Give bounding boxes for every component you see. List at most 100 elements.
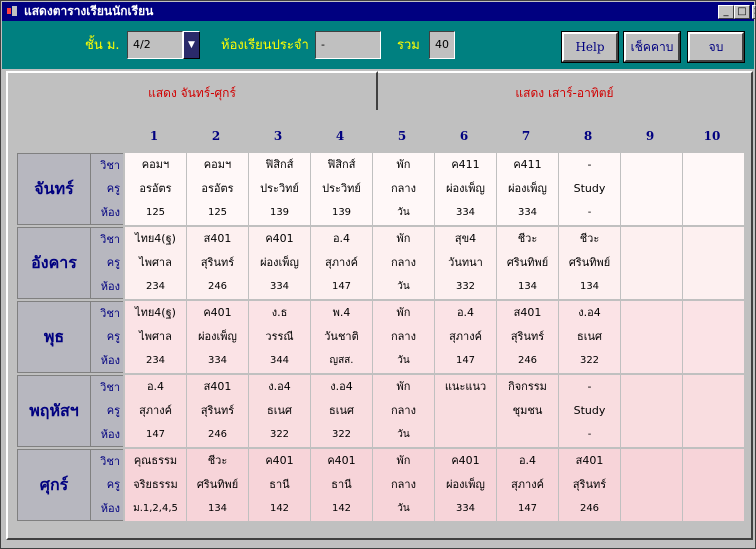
schedule-cell[interactable]: ไทย4(ฐ) ไพศาล 234 [125, 227, 186, 299]
schedule-cell[interactable]: ชีวะ ศรินทิพย์ 134 [497, 227, 558, 299]
schedule-cell[interactable]: อ.4 สุภางค์ 147 [125, 375, 186, 447]
schedule-cell[interactable]: - Study - [559, 375, 620, 447]
schedule-cell[interactable]: พ.4 วันชาติ ญสส. [311, 301, 372, 373]
schedule-cell[interactable]: ค401 ธานี 142 [249, 449, 310, 521]
cell-teacher: กลาง [391, 182, 416, 195]
cell-teacher: สุภางค์ [449, 330, 482, 343]
cell-teacher: ธเนศ [329, 404, 354, 417]
chevron-down-icon[interactable]: ▼ [183, 31, 200, 59]
schedule-cell[interactable]: ค401 ผ่องเพ็ญ 334 [249, 227, 310, 299]
cell-teacher [621, 399, 682, 423]
schedule-cell[interactable] [683, 153, 744, 225]
schedule-cell[interactable]: ค401 ผ่องเพ็ญ 334 [435, 449, 496, 521]
cell-room: 125 [145, 207, 166, 218]
schedule-cell[interactable] [683, 375, 744, 447]
schedule-cell[interactable]: คุณธรรม จริยธรรม ม.1,2,4,5 [125, 449, 186, 521]
schedule-cell[interactable]: ง.อ4 ธเนศ 322 [249, 375, 310, 447]
schedule-cell[interactable]: ชีวะ ศรินทิพย์ 134 [187, 449, 248, 521]
help-button[interactable]: Help [561, 31, 619, 63]
schedule-cell[interactable] [621, 449, 682, 521]
cell-room: 134 [579, 281, 600, 292]
schedule-cell[interactable] [683, 301, 744, 373]
cell-room [435, 423, 496, 447]
schedule-cell[interactable]: ฟิสิกส์ ประวิทย์ 139 [249, 153, 310, 225]
cell-room: วัน [397, 503, 410, 514]
schedule-cell[interactable]: ส401 สุรินทร์ 246 [497, 301, 558, 373]
day-name: ศุกร์ [17, 449, 91, 521]
schedule-cell[interactable] [621, 301, 682, 373]
schedule-cell[interactable]: ค401 ธานี 142 [311, 449, 372, 521]
cell-room: 322 [579, 355, 600, 366]
schedule-cell[interactable]: ค411 ผ่องเพ็ญ 334 [435, 153, 496, 225]
cell-teacher: วันชาติ [324, 330, 359, 343]
schedule-cell[interactable]: ชีวะ ศรินทิพย์ 134 [559, 227, 620, 299]
cell-teacher: สุรินทร์ [200, 404, 235, 417]
exit-button[interactable]: จบ [687, 31, 745, 63]
schedule-cell[interactable] [621, 375, 682, 447]
cell-room: วัน [397, 281, 410, 292]
schedule-cell[interactable]: ไทย4(ฐ) ไพศาล 234 [125, 301, 186, 373]
cell-room: 134 [517, 281, 538, 292]
schedule-cell[interactable] [621, 153, 682, 225]
cell-teacher [683, 251, 744, 275]
cell-room: วัน [397, 207, 410, 218]
window-title: แสดงตารางเรียนนักเรียน [24, 4, 154, 18]
schedule-cell[interactable]: คอมฯ อรอัตร 125 [187, 153, 248, 225]
cell-teacher [621, 473, 682, 497]
cell-room [683, 497, 744, 521]
schedule-cell[interactable]: พัก กลาง วัน [373, 375, 434, 447]
cell-subject: ส401 [203, 380, 232, 393]
schedule-cell[interactable]: ง.ธ วรรณี 344 [249, 301, 310, 373]
schedule-cell[interactable]: ส401 สุรินทร์ 246 [559, 449, 620, 521]
tab-weekdays[interactable]: แสดง จันทร์-ศุกร์ [6, 71, 378, 111]
cell-room: 322 [331, 429, 352, 440]
cell-subject: ค401 [265, 454, 294, 467]
row-sublabels: วิชา ครู ห้อง [91, 375, 123, 447]
schedule-cell[interactable]: คอมฯ อรอัตร 125 [125, 153, 186, 225]
schedule-cell[interactable]: ค401 ผ่องเพ็ญ 334 [187, 301, 248, 373]
schedule-cell[interactable]: - Study - [559, 153, 620, 225]
schedule-cell[interactable]: สุข4 วันทนา 332 [435, 227, 496, 299]
check-period-button[interactable]: เช็คคาบ [623, 31, 681, 63]
schedule-cell[interactable]: ง.อ4 ธเนศ 322 [311, 375, 372, 447]
cell-room: 234 [145, 281, 166, 292]
cell-subject [683, 449, 744, 473]
schedule-cell[interactable]: อ.4 สุภางค์ 147 [311, 227, 372, 299]
schedule-cell[interactable]: พัก กลาง วัน [373, 227, 434, 299]
day-row: จันทร์ วิชา ครู ห้อง คอมฯ อรอัตร 125 คอมฯ อรอัตร… [17, 153, 744, 227]
total-field: 40 [429, 31, 455, 59]
day-row: พุธ วิชา ครู ห้อง ไทย4(ฐ) ไพศาล 234 ค401 ผ่องเพ็… [17, 301, 744, 375]
maximize-button[interactable]: □ [734, 5, 750, 19]
cell-room: 147 [517, 503, 538, 514]
schedule-cell[interactable]: พัก กลาง วัน [373, 449, 434, 521]
schedule-cell[interactable]: แนะแนว [435, 375, 496, 447]
schedule-cell[interactable]: ง.อ4 ธเนศ 322 [559, 301, 620, 373]
grade-select[interactable]: 4/2 [127, 31, 183, 59]
schedule-cell[interactable]: พัก กลาง วัน [373, 301, 434, 373]
schedule-grid: จันทร์ วิชา ครู ห้อง คอมฯ อรอัตร 125 คอมฯ อรอัตร… [17, 153, 744, 525]
cell-subject: อ.4 [146, 380, 165, 393]
schedule-cell[interactable]: ส401 สุรินทร์ 246 [187, 227, 248, 299]
minimize-button[interactable]: _ [718, 5, 734, 19]
schedule-cell[interactable] [683, 227, 744, 299]
day-name: อังคาร [17, 227, 91, 299]
schedule-cell[interactable]: พัก กลาง วัน [373, 153, 434, 225]
schedule-cell[interactable] [621, 227, 682, 299]
schedule-cell[interactable]: ค411 ผ่องเพ็ญ 334 [497, 153, 558, 225]
cell-teacher: ธเนศ [577, 330, 602, 343]
period-number: 3 [273, 129, 283, 143]
schedule-cell[interactable]: ส401 สุรินทร์ 246 [187, 375, 248, 447]
schedule-cell[interactable]: อ.4 สุภางค์ 147 [435, 301, 496, 373]
cell-subject: ค401 [327, 454, 356, 467]
schedule-cell[interactable]: อ.4 สุภางค์ 147 [497, 449, 558, 521]
cell-teacher: ธานี [331, 478, 352, 491]
close-button[interactable]: × [752, 5, 756, 19]
cell-room: วัน [397, 429, 410, 440]
schedule-cell[interactable]: ฟิสิกส์ ประวิทย์ 139 [311, 153, 372, 225]
cell-teacher: สุภางค์ [511, 478, 544, 491]
schedule-cell[interactable]: กิจกรรม ชุมชน [497, 375, 558, 447]
schedule-cell[interactable] [683, 449, 744, 521]
cell-subject: พัก [396, 454, 411, 467]
tab-weekend[interactable]: แสดง เสาร์-อาทิตย์ [378, 71, 753, 111]
cell-teacher [435, 399, 496, 423]
